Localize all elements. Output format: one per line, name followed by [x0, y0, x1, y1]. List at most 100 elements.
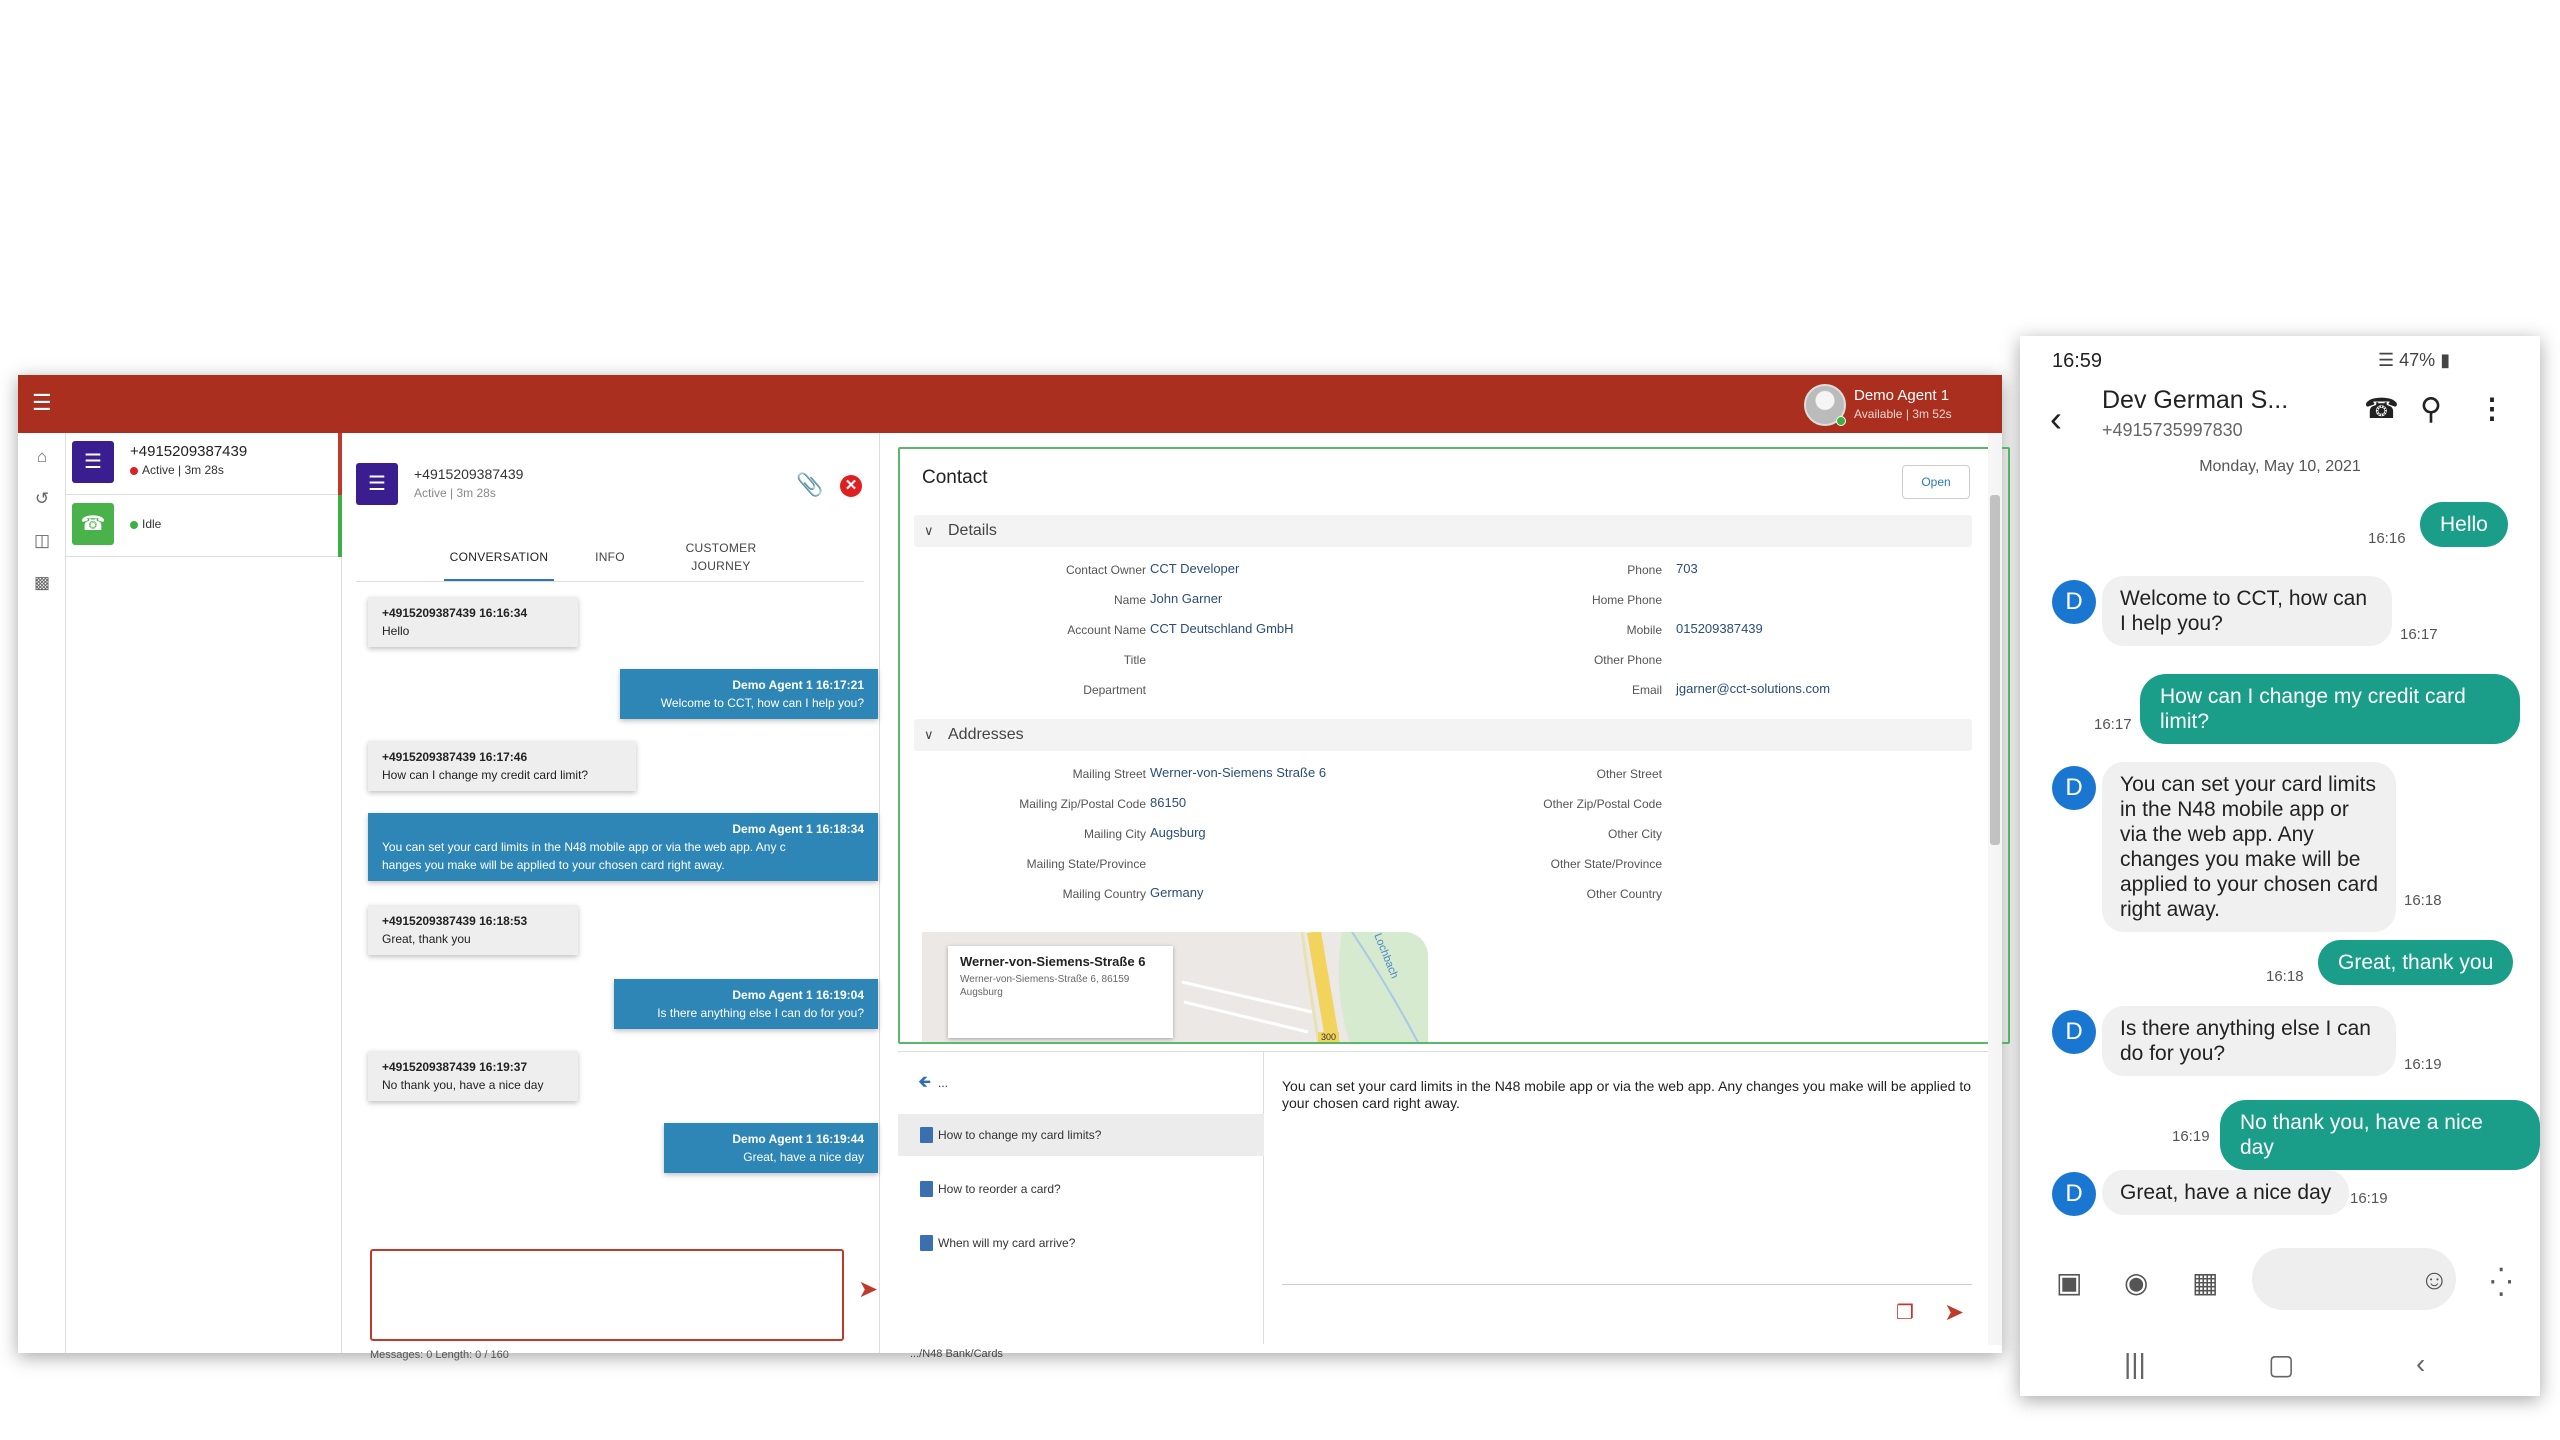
- field-value: Werner-von-Siemens Straße 6: [1150, 765, 1327, 780]
- contact-avatar: D: [2052, 580, 2096, 624]
- field-label: Mailing City: [1083, 827, 1146, 841]
- tab-customer-journey[interactable]: CUSTOMER JOURNEY: [666, 533, 776, 581]
- history-icon[interactable]: ↺: [32, 489, 52, 509]
- field-label: Home Phone: [1591, 593, 1662, 607]
- apps-icon[interactable]: ▦: [2192, 1266, 2218, 1299]
- message-time: 16:19: [2404, 1056, 2442, 1073]
- agent-status: Available | 3m 52s: [1854, 407, 1952, 421]
- session-item-sms[interactable]: ☰ +4915209387439 Active | 3m 28s: [66, 433, 342, 495]
- close-icon[interactable]: ✕: [840, 475, 862, 497]
- message-sender: +4915209387439 16:19:37: [382, 1060, 528, 1074]
- camera-icon[interactable]: ◉: [2124, 1266, 2148, 1299]
- tab-conversation[interactable]: CONVERSATION: [444, 533, 554, 581]
- conversation-panel: ☰ +4915209387439 Active | 3m 28s 📎 ✕ CON…: [344, 433, 880, 1361]
- chevron-down-icon: ∨: [924, 727, 934, 742]
- message-text: Welcome to CCT, how can I help you?: [660, 696, 864, 710]
- status-bar-icons: ☰ 47% ▮: [2378, 350, 2450, 371]
- home-icon[interactable]: ⌂: [32, 447, 52, 467]
- agent-status-dot: [1836, 416, 1846, 426]
- received-message: Great, have a nice day: [2102, 1170, 2350, 1215]
- send-icon[interactable]: ➤: [858, 1275, 878, 1304]
- chat-message: +4915209387439 16:18:53 Great, thank you: [368, 905, 578, 955]
- menu-icon[interactable]: ☰: [32, 392, 54, 414]
- message-time: 16:17: [2094, 716, 2132, 733]
- send-icon[interactable]: ➤: [1944, 1298, 1964, 1327]
- chat-message: Demo Agent 1 16:18:34 You can set your ca…: [368, 813, 878, 881]
- field-label: Account Name: [1067, 623, 1146, 637]
- contact-avatar: D: [2052, 766, 2096, 810]
- document-icon: [920, 1181, 933, 1197]
- chat-icon: ☰: [72, 441, 114, 483]
- message-sender: +4915209387439 16:17:46: [382, 750, 528, 764]
- copy-icon[interactable]: ❐: [1896, 1300, 1914, 1324]
- kb-article-list: 🡸... How to change my card limits? How t…: [898, 1052, 1264, 1344]
- tab-divider: [356, 581, 864, 582]
- scrollbar-thumb[interactable]: [1990, 495, 2000, 845]
- details-section-header[interactable]: ∨ Details: [914, 515, 1972, 547]
- document-icon: [920, 1127, 933, 1143]
- field-label: Mailing Zip/Postal Code: [1019, 797, 1146, 811]
- map-card-title: Werner-von-Siemens-Straße 6: [960, 954, 1146, 969]
- kb-item[interactable]: How to change my card limits?: [898, 1114, 1264, 1156]
- message-sender: Demo Agent 1 16:19:44: [732, 1132, 864, 1146]
- message-sender: +4915209387439 16:18:53: [382, 914, 528, 928]
- signal-icon: ☰: [2378, 350, 2395, 370]
- session-indicator: [338, 433, 342, 495]
- field-label: Email: [1631, 683, 1662, 697]
- tab-info[interactable]: INFO: [580, 533, 640, 581]
- phone-messaging-app: 16:59 ☰ 47% ▮ ‹ Dev German S... +4915735…: [2020, 336, 2540, 1396]
- kb-item[interactable]: How to reorder a card?: [898, 1168, 1264, 1210]
- field-value: CCT Developer: [1150, 561, 1240, 576]
- message-time: 16:19: [2350, 1190, 2388, 1207]
- home-button-icon[interactable]: ▢: [2268, 1348, 2294, 1381]
- message-time: 16:18: [2266, 968, 2304, 985]
- search-icon[interactable]: ⚲: [2420, 392, 2442, 427]
- field-label: Mailing Country: [1062, 887, 1146, 901]
- kb-item[interactable]: When will my card arrive?: [898, 1222, 1264, 1264]
- addresses-section-header[interactable]: ∨ Addresses: [914, 719, 1972, 751]
- chat-message: Demo Agent 1 16:19:04 Is there anything e…: [614, 979, 878, 1029]
- field-value: Germany: [1150, 885, 1204, 900]
- address-map[interactable]: 300 Lochbach Werner-von-Siemens-Straße 6…: [922, 932, 1428, 1042]
- field-label: Other Street: [1596, 767, 1662, 781]
- more-options-icon[interactable]: ⋮: [2478, 392, 2506, 425]
- tab-customer-journey-line1: CUSTOMER: [685, 541, 757, 555]
- message-text: Hello: [382, 624, 410, 638]
- message-text: Is there anything else I can do for you?: [657, 1006, 864, 1020]
- field-label: Mobile: [1626, 623, 1662, 637]
- sticker-icon[interactable]: ☺: [2420, 1264, 2449, 1296]
- message-time: 16:16: [2368, 530, 2406, 547]
- attachment-icon[interactable]: 📎: [796, 473, 823, 497]
- kb-back-label: ...: [938, 1076, 949, 1090]
- field-value: John Garner: [1150, 591, 1223, 606]
- back-arrow-icon: 🡸: [918, 1074, 931, 1091]
- email-link[interactable]: jgarner@cct-solutions.com: [1676, 681, 1830, 696]
- conversation-number: +4915209387439: [414, 466, 524, 482]
- back-icon[interactable]: ‹: [2050, 398, 2062, 440]
- chevron-down-icon: ∨: [924, 523, 934, 538]
- stats-icon[interactable]: ▩: [32, 573, 52, 593]
- call-icon[interactable]: ☎: [2364, 392, 2399, 425]
- reply-input[interactable]: [370, 1249, 844, 1341]
- session-status-text: Idle: [142, 517, 162, 531]
- kb-item-label: How to change my card limits?: [938, 1128, 1102, 1142]
- contact-panel: Contact Open ∨ Details Contact Owner CCT …: [898, 447, 2010, 1044]
- session-item-phone[interactable]: ☎ Idle: [66, 495, 342, 557]
- map-address-card: Werner-von-Siemens-Straße 6 Werner-von-S…: [948, 946, 1173, 1038]
- voice-icon[interactable]: ⁛: [2490, 1266, 2512, 1299]
- received-message: Welcome to CCT, how can I help you?: [2102, 576, 2392, 646]
- message-text: No thank you, have a nice day: [382, 1078, 544, 1092]
- kb-back-item[interactable]: 🡸...: [898, 1062, 1264, 1104]
- field-label: Other Zip/Postal Code: [1543, 797, 1662, 811]
- open-button[interactable]: Open: [1902, 465, 1970, 499]
- recent-apps-icon[interactable]: |||: [2124, 1348, 2146, 1380]
- message-time: 16:19: [2172, 1128, 2210, 1145]
- received-message: Is there anything else I can do for you?: [2102, 1006, 2396, 1076]
- sent-message: Great, thank you: [2318, 940, 2514, 985]
- book-icon[interactable]: ◫: [32, 531, 52, 551]
- gallery-icon[interactable]: ▣: [2056, 1266, 2082, 1299]
- battery-icon: ▮: [2440, 350, 2451, 370]
- session-title: +4915209387439: [130, 443, 248, 460]
- chat-message: +4915209387439 16:17:46 How can I change …: [368, 741, 636, 791]
- back-nav-icon[interactable]: ‹: [2416, 1348, 2425, 1380]
